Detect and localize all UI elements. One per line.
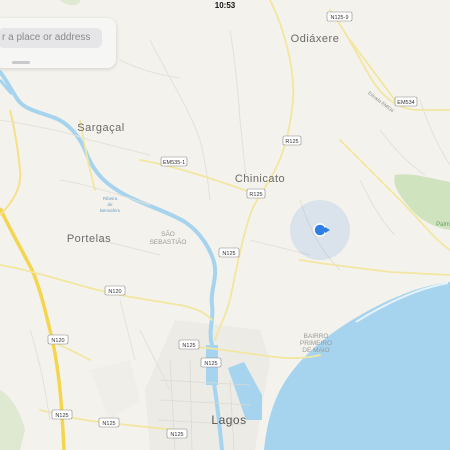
search-card[interactable]: r a place or address: [0, 18, 116, 68]
label-sao-line1: SÃO: [161, 229, 175, 238]
label-chinicato: Chinicato: [235, 173, 285, 185]
user-location-dot-icon[interactable]: [313, 223, 327, 237]
label-ribeira-line1: Ribeira: [103, 196, 118, 201]
shield-n120-a: N120: [104, 285, 126, 296]
svg-text:N125: N125: [222, 251, 235, 257]
shield-n125-g: N125: [98, 417, 120, 428]
label-odiaxere: Odiáxere: [291, 33, 340, 45]
svg-text:N125: N125: [102, 421, 115, 427]
svg-text:N120: N120: [108, 289, 121, 295]
shield-n125-f: N125: [51, 409, 73, 420]
label-bairro-line1: BAIRRO: [304, 333, 329, 340]
shield-n125-h: N125: [166, 428, 188, 439]
svg-text:N125: N125: [170, 432, 183, 438]
svg-text:N125-9: N125-9: [330, 15, 348, 21]
shield-em534: EM534: [394, 96, 418, 107]
shield-n120-b: N120: [47, 334, 69, 345]
shield-em535: EM535-1: [160, 156, 188, 167]
svg-text:N125: N125: [55, 413, 68, 419]
label-palm: Palm: [436, 222, 450, 228]
svg-text:N125: N125: [204, 361, 217, 367]
svg-text:EM534: EM534: [397, 100, 414, 106]
svg-text:EM535-1: EM535-1: [163, 160, 185, 166]
drag-handle[interactable]: [12, 61, 30, 64]
label-ribeira-line2: de: [107, 202, 113, 207]
search-placeholder: r a place or address: [2, 32, 91, 43]
svg-text:N125: N125: [182, 343, 195, 349]
shield-n125-d: N125: [178, 339, 200, 350]
label-lagos: Lagos: [211, 413, 246, 427]
label-portelas: Portelas: [67, 233, 111, 245]
shield-n125-c: N125: [218, 247, 240, 258]
status-time: 10:53: [214, 1, 236, 10]
svg-text:R125: R125: [249, 192, 262, 198]
search-input[interactable]: r a place or address: [0, 28, 102, 48]
label-bairro-line2: PRIMEIRO: [300, 340, 332, 347]
svg-text:R125: R125: [285, 139, 298, 145]
shield-r125-a: R125: [282, 135, 302, 146]
shield-n125-e: N125: [200, 357, 222, 368]
label-sargacal: Sargaçal: [77, 122, 124, 134]
shield-n125-9: N125-9: [326, 11, 353, 22]
svg-text:N120: N120: [51, 338, 64, 344]
label-ribeira-line3: Bensafrim: [100, 208, 121, 213]
label-bairro-line3: DE MAIO: [302, 347, 329, 354]
shield-r125-b: R125: [246, 188, 266, 199]
label-sao-line2: SEBASTIÃO: [150, 237, 187, 246]
status-bar: 10:53: [0, 0, 450, 12]
